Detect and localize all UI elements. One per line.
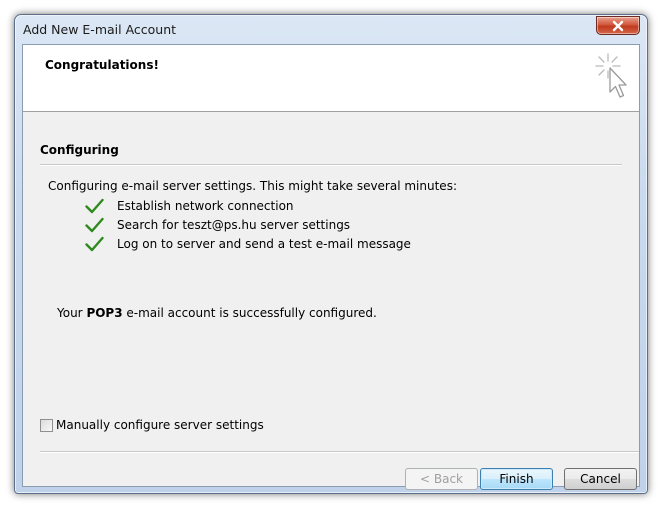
manual-configure-option[interactable]: Manually configure server settings bbox=[40, 418, 264, 432]
progress-step-label: Establish network connection bbox=[117, 199, 294, 213]
manual-configure-label[interactable]: Manually configure server settings bbox=[56, 418, 264, 432]
result-prefix: Your bbox=[57, 306, 87, 320]
check-icon bbox=[85, 198, 104, 214]
title-bar[interactable]: Add New E-mail Account bbox=[15, 15, 647, 45]
header-title: Congratulations! bbox=[45, 58, 159, 72]
result-protocol: POP3 bbox=[86, 306, 123, 320]
check-icon bbox=[85, 217, 104, 233]
progress-intro-text: Configuring e-mail server settings. This… bbox=[48, 179, 457, 193]
cancel-button[interactable]: Cancel bbox=[564, 468, 637, 490]
section-heading: Configuring bbox=[40, 143, 119, 157]
dialog-client-area: Congratulations! Configuring Configuring… bbox=[22, 44, 640, 490]
progress-step-label: Search for teszt@ps.hu server settings bbox=[117, 218, 351, 232]
wizard-header: Congratulations! bbox=[23, 45, 639, 112]
progress-step-label: Log on to server and send a test e-mail … bbox=[117, 237, 411, 251]
close-button[interactable] bbox=[596, 16, 640, 35]
window-title: Add New E-mail Account bbox=[23, 22, 177, 37]
back-button[interactable]: < Back bbox=[405, 468, 478, 490]
footer-divider bbox=[40, 451, 639, 453]
dialog-window: Add New E-mail Account Congratulations! bbox=[14, 14, 648, 494]
result-suffix: e-mail account is successfully configure… bbox=[122, 306, 377, 320]
wizard-cursor-icon bbox=[595, 53, 627, 98]
manual-configure-checkbox[interactable] bbox=[40, 418, 53, 432]
close-icon bbox=[612, 20, 624, 31]
section-divider bbox=[40, 164, 622, 166]
check-icon bbox=[85, 236, 104, 252]
result-message: Your POP3 e-mail account is successfully… bbox=[57, 306, 377, 320]
finish-button[interactable]: Finish bbox=[480, 468, 553, 490]
